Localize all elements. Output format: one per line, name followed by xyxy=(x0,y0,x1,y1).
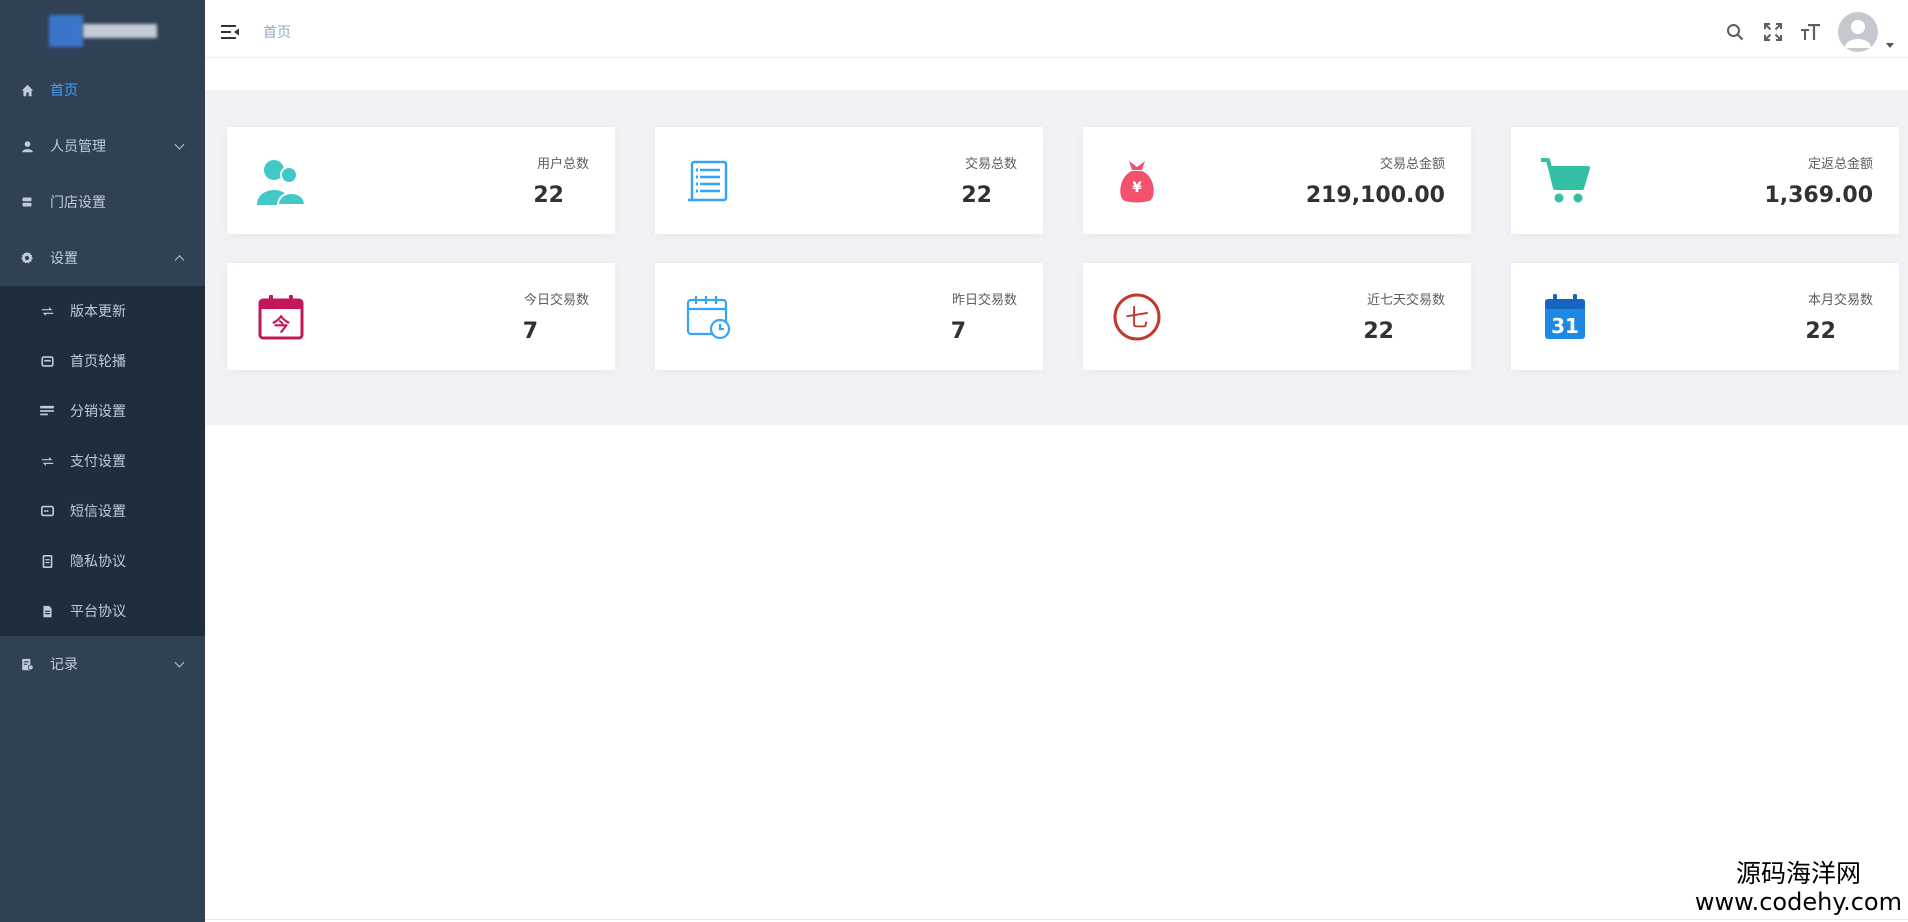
sidebar-item-home[interactable]: 首页 xyxy=(0,62,205,118)
sidebar-item-personnel[interactable]: 人员管理 xyxy=(0,118,205,174)
chevron-up-icon xyxy=(174,255,185,266)
avatar-icon[interactable] xyxy=(1838,12,1878,52)
cart-icon xyxy=(1539,155,1591,207)
search-icon[interactable] xyxy=(1724,21,1746,43)
stat-title: 本月交易数 xyxy=(1807,293,1873,308)
sidebar-item-label: 首页 xyxy=(50,83,78,99)
stat-value: 1,369.00 xyxy=(1764,183,1873,208)
submenu-item-sms[interactable]: 短信设置 xyxy=(0,486,205,536)
font-size-icon[interactable] xyxy=(1800,21,1822,43)
stat-card-transaction-amount[interactable]: ¥ 交易总金额 219,100.00 xyxy=(1083,127,1471,234)
stat-card-today[interactable]: 今 今日交易数 7 xyxy=(227,263,615,370)
sidebar-item-settings[interactable]: 设置 xyxy=(0,230,205,286)
message-icon xyxy=(40,504,54,518)
stat-card-rebate-amount[interactable]: 定返总金额 1,369.00 xyxy=(1511,127,1899,234)
today-glyph: 今 xyxy=(272,314,291,336)
submenu-item-home-carousel[interactable]: 首页轮播 xyxy=(0,336,205,386)
submenu-item-privacy[interactable]: 隐私协议 xyxy=(0,536,205,586)
chevron-down-icon xyxy=(174,657,185,668)
stat-card-transaction-total[interactable]: 交易总数 22 xyxy=(655,127,1043,234)
submenu-item-version-update[interactable]: 版本更新 xyxy=(0,286,205,336)
user-icon xyxy=(20,139,34,153)
month-glyph: 31 xyxy=(1551,314,1579,338)
submenu-item-label: 平台协议 xyxy=(70,604,126,620)
transfer-icon xyxy=(40,304,54,318)
seven-glyph: 七 xyxy=(1125,304,1149,332)
stat-title: 昨日交易数 xyxy=(951,293,1017,308)
dashboard-panel: 用户总数 22 交易总数 22 ¥ 交易总金额 219,100.00 定返总金额… xyxy=(205,90,1908,425)
submenu-item-label: 首页轮播 xyxy=(70,354,126,370)
sidebar-item-label: 记录 xyxy=(50,657,78,673)
settings-submenu: 版本更新 首页轮播 分销设置 支付设置 短信设置 隐私协议 平台协议 xyxy=(0,286,205,636)
submenu-item-payment[interactable]: 支付设置 xyxy=(0,436,205,486)
stat-title: 交易总金额 xyxy=(1379,157,1445,172)
stat-title: 今日交易数 xyxy=(523,293,589,308)
navbar-tools xyxy=(1724,6,1894,58)
watermark: 源码海洋网 www.codehy.com xyxy=(1694,859,1902,917)
hamburger-icon[interactable] xyxy=(221,22,241,42)
logo-image xyxy=(48,15,157,47)
gear-icon xyxy=(20,251,34,265)
card-icon xyxy=(40,404,54,418)
stat-value: 7 xyxy=(950,319,966,344)
submenu-item-label: 隐私协议 xyxy=(70,554,126,570)
submenu-item-platform[interactable]: 平台协议 xyxy=(0,586,205,636)
list-scroll-icon xyxy=(683,155,735,207)
navbar: 首页 xyxy=(205,6,1908,58)
submenu-item-label: 支付设置 xyxy=(70,454,126,470)
stat-value: 7 xyxy=(522,319,538,344)
store-icon xyxy=(20,195,34,209)
stat-value: 22 xyxy=(1805,319,1836,344)
chevron-down-icon xyxy=(174,139,185,150)
submenu-item-distribution[interactable]: 分销设置 xyxy=(0,386,205,436)
stat-card-this-month[interactable]: 31 本月交易数 22 xyxy=(1511,263,1899,370)
breadcrumb[interactable]: 首页 xyxy=(263,22,291,42)
submenu-item-label: 分销设置 xyxy=(70,404,126,420)
stat-title: 近七天交易数 xyxy=(1366,293,1445,308)
users-icon xyxy=(255,155,307,207)
watermark-cn: 源码海洋网 xyxy=(1735,859,1861,888)
watermark-en: www.codehy.com xyxy=(1694,888,1902,916)
sidebar-item-label: 人员管理 xyxy=(50,139,106,155)
submenu-item-label: 版本更新 xyxy=(70,304,126,320)
money-bag-icon: ¥ xyxy=(1111,155,1163,207)
submenu-item-label: 短信设置 xyxy=(70,504,126,520)
transfer-icon xyxy=(40,454,54,468)
stat-title: 交易总数 xyxy=(964,157,1017,172)
calendar-clock-icon xyxy=(683,291,735,343)
carousel-icon xyxy=(40,354,54,368)
home-icon xyxy=(20,83,34,97)
calendar-31-icon: 31 xyxy=(1539,291,1591,343)
logo[interactable] xyxy=(0,0,205,62)
stat-card-user-total[interactable]: 用户总数 22 xyxy=(227,127,615,234)
sidebar-item-record[interactable]: 记录 xyxy=(0,636,205,692)
fullscreen-icon[interactable] xyxy=(1762,21,1784,43)
yen-symbol: ¥ xyxy=(1132,180,1142,196)
file-icon xyxy=(40,604,54,618)
stat-card-last-seven-days[interactable]: 七 近七天交易数 22 xyxy=(1083,263,1471,370)
stat-card-yesterday[interactable]: 昨日交易数 7 xyxy=(655,263,1043,370)
document-icon xyxy=(40,554,54,568)
stat-title: 用户总数 xyxy=(536,157,589,172)
record-icon xyxy=(20,657,34,671)
sidebar-item-store[interactable]: 门店设置 xyxy=(0,174,205,230)
stat-value: 22 xyxy=(1363,319,1394,344)
stat-title: 定返总金额 xyxy=(1807,157,1873,172)
sidebar-item-label: 设置 xyxy=(50,251,78,267)
stat-value: 219,100.00 xyxy=(1305,183,1445,208)
seven-circle-icon: 七 xyxy=(1111,291,1163,343)
sidebar-item-label: 门店设置 xyxy=(50,195,106,211)
bottom-divider xyxy=(205,919,1908,920)
caret-down-icon[interactable] xyxy=(1886,42,1894,48)
stat-value: 22 xyxy=(961,183,992,208)
sidebar: 首页 人员管理 门店设置 设置 版本更新 首页轮播 分销设置 支付设置 短信设置… xyxy=(0,0,205,922)
today-calendar-icon: 今 xyxy=(255,291,307,343)
stat-value: 22 xyxy=(533,183,564,208)
